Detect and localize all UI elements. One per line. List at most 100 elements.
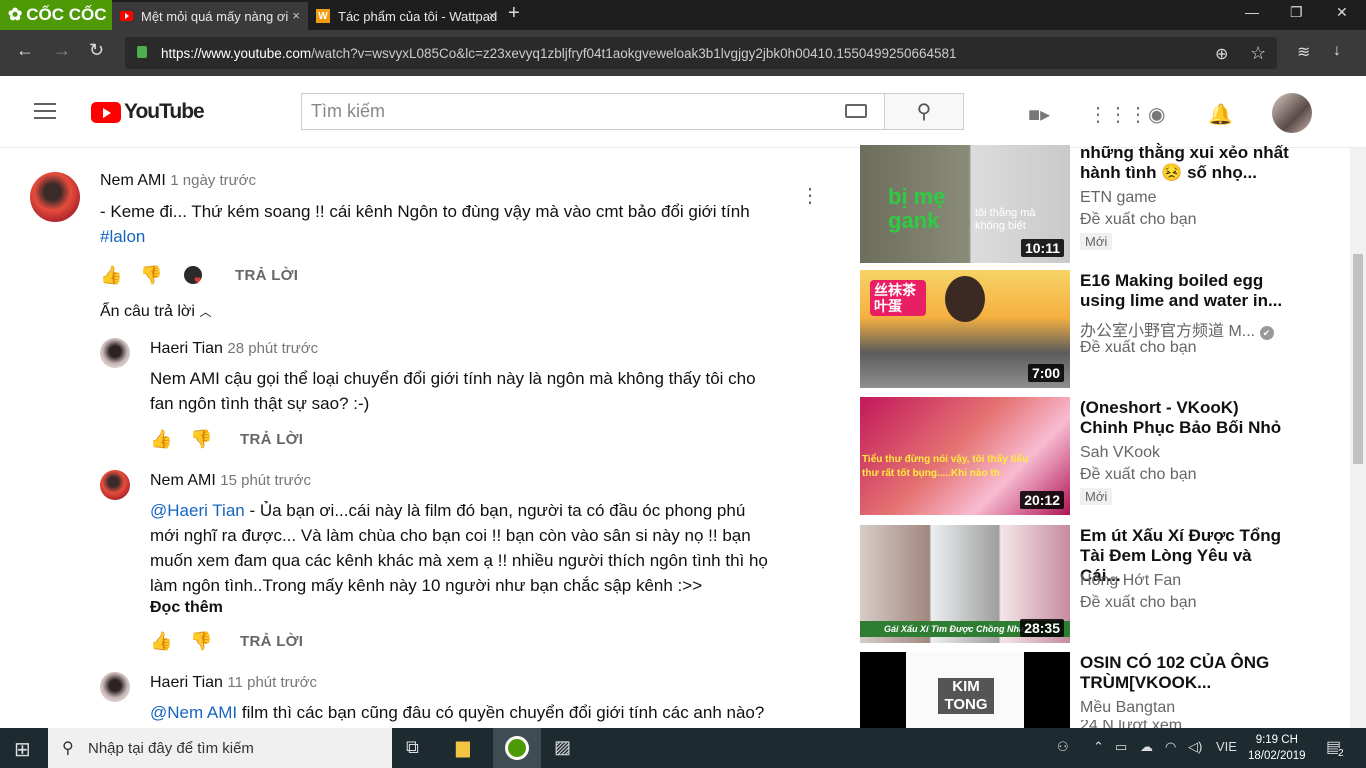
channel-name[interactable]: 办公室小野官方频道 M... ✔ [1080,317,1274,341]
bookmark-star-icon[interactable]: ☆ [1250,43,1266,64]
comment-text-line: muốn xem đam qua các kênh khác mà xem ạ … [150,551,768,570]
video-thumbnail[interactable]: 丝袜茶叶蛋 7:00 [860,270,1070,388]
forward-button[interactable]: → [53,40,71,61]
notifications-bell-icon[interactable]: 🔔 [1208,102,1233,127]
video-thumbnail[interactable]: Gái Xấu Xí Tìm Được Chồng Nha 28:35 [860,525,1070,643]
video-title[interactable]: E16 Making boiled egg using lime and wat… [1080,271,1290,311]
reply-button[interactable]: TRẢ LỜI [235,267,298,284]
photos-icon[interactable]: ▨ [554,737,571,758]
like-icon[interactable]: 👍 [150,631,172,652]
account-avatar[interactable] [1272,93,1312,133]
dislike-icon[interactable]: 👎 [190,429,212,450]
like-icon[interactable]: 👍 [100,265,122,286]
zoom-icon[interactable]: ⊕ [1215,44,1228,64]
create-video-icon[interactable]: ■▸ [1028,102,1050,127]
youtube-logo-text: YouTube [124,100,205,123]
people-icon[interactable]: ⚇ [1057,739,1069,755]
video-thumbnail[interactable]: KIM TONG [860,652,1070,728]
search-input[interactable]: Tìm kiếm [301,93,884,130]
video-thumbnail[interactable]: Tiểu thư đừng nói vậy, tôi thấy tiểu thư… [860,397,1070,515]
chevron-up-icon: ︿ [199,305,212,319]
minimize-button[interactable]: — [1245,4,1259,20]
download-icon[interactable]: ↓ [1333,42,1341,60]
back-button[interactable]: ← [16,40,34,61]
windows-start-icon[interactable]: ⊞ [14,737,31,762]
comment-author[interactable]: Haeri Tian [150,340,223,357]
hide-replies-button[interactable]: Ẩn câu trả lời ︿ [100,303,211,321]
comment-author[interactable]: Haeri Tian [150,674,223,691]
thumbnail-text: tôi thằng mà không biết [975,207,1036,232]
channel-name[interactable]: Sah VKook [1080,444,1160,462]
hashtag-link[interactable]: #lalon [100,224,145,249]
recommended-label: Đề xuất cho bạn [1080,339,1197,356]
url-bar[interactable]: https://www.youtube.com/watch?v=wsvyxL08… [125,37,1277,69]
comment-time[interactable]: 15 phút trước [220,472,311,489]
battery-icon[interactable]: ▭ [1115,739,1127,755]
channel-name[interactable]: ETN game [1080,189,1156,207]
avatar[interactable] [100,470,130,500]
recommended-label: Đề xuất cho bạn [1080,211,1197,228]
view-count: 24 N lượt xem [1080,720,1182,728]
comment-time[interactable]: 28 phút trước [227,340,318,357]
reload-button[interactable]: ↻ [89,40,104,61]
comment-text: film thì các bạn cũng đâu có quyền chuyể… [237,703,765,722]
maximize-button[interactable]: ❐ [1290,4,1303,21]
channel-name[interactable]: Mều Bangtan [1080,699,1175,717]
volume-icon[interactable]: ◁) [1188,739,1202,755]
page-scrollbar[interactable] [1350,148,1366,728]
avatar[interactable] [100,672,130,702]
wifi-icon[interactable]: ◠ [1165,739,1176,755]
more-options-icon[interactable]: ⋮ [800,183,820,208]
taskbar-clock[interactable]: 9:19 CH 18/02/2019 [1248,732,1306,764]
close-tab-icon[interactable]: × [488,8,496,23]
language-indicator[interactable]: VIE [1216,739,1237,754]
thumbnail-text: bị mẹ gank [888,184,946,233]
mention-link[interactable]: @Haeri Tian [150,501,245,520]
video-title[interactable]: những thằng xui xẻo nhất hành tình 😣 số … [1080,143,1290,183]
reply-button[interactable]: TRẢ LỜI [240,633,303,650]
comment-header: Nem AMI 15 phút trước [150,472,311,490]
close-tab-icon[interactable]: × [292,8,300,23]
recommended-label: Đề xuất cho bạn [1080,466,1197,483]
comment-text-line: làm ngôn tình..Trong mấy kênh này 10 ngư… [150,576,703,595]
reply-button[interactable]: TRẢ LỜI [240,431,303,448]
tab-wattpad[interactable]: W Tác phẩm của tôi - Wattpad × [308,2,504,30]
mention-link[interactable]: @Nem AMI [150,703,237,722]
scrollbar-thumb[interactable] [1353,254,1363,464]
video-thumbnail[interactable]: bị mẹ gank tôi thằng mà không biết 10:11 [860,145,1070,263]
file-explorer-icon[interactable]: ▆ [456,737,470,758]
avatar[interactable] [30,172,80,222]
comment-text: - Keme đi... Thứ kém soang !! cái kênh N… [100,202,750,221]
messages-icon[interactable]: ◉ [1148,102,1165,127]
video-title[interactable]: (Oneshort - VKooK) Chinh Phục Bảo Bối Nh… [1080,398,1290,438]
like-icon[interactable]: 👍 [150,429,172,450]
comment-author[interactable]: Nem AMI [150,472,216,489]
dislike-icon[interactable]: 👎 [190,631,212,652]
task-view-icon[interactable]: ⧉ [406,737,419,758]
keyboard-icon[interactable] [845,104,867,118]
comment-time[interactable]: 11 phút trước [227,674,317,691]
extensions-icon[interactable]: ≋ [1297,42,1310,62]
close-window-button[interactable]: ✕ [1336,4,1348,21]
comment-text-line: Nem AMI cậu gọi thể loại chuyển đổi giới… [150,369,756,388]
coccoc-logo[interactable]: ✿ CỐC CỐC [0,0,112,30]
new-tab-button[interactable]: + [508,2,520,25]
apps-icon[interactable]: ⋮⋮⋮ [1088,102,1148,127]
search-button[interactable]: ⚲ [884,93,964,130]
avatar[interactable] [100,338,130,368]
video-title[interactable]: OSIN CÓ 102 CỦA ÔNG TRÙM[VKOOK... [1080,653,1290,693]
channel-name[interactable]: Hóng Hớt Fan [1080,572,1181,590]
dislike-icon[interactable]: 👎 [140,265,162,286]
tab-youtube[interactable]: Mệt mỏi quá mấy nàng ơi × [112,2,308,30]
search-icon: ⚲ [62,740,74,757]
video-duration: 10:11 [1020,239,1064,257]
taskbar-search-input[interactable]: ⚲ Nhập tại đây để tìm kiếm [48,728,392,768]
comment-time[interactable]: 1 ngày trước [170,172,256,189]
comment-author[interactable]: Nem AMI [100,172,166,189]
read-more-link[interactable]: Đọc thêm [150,595,223,620]
chevron-up-icon[interactable]: ⌃ [1093,739,1104,755]
youtube-logo[interactable]: YouTube [91,100,205,124]
onedrive-icon[interactable]: ☁ [1140,739,1153,755]
menu-icon[interactable] [34,103,56,124]
coccoc-taskbar-item[interactable] [493,728,541,768]
